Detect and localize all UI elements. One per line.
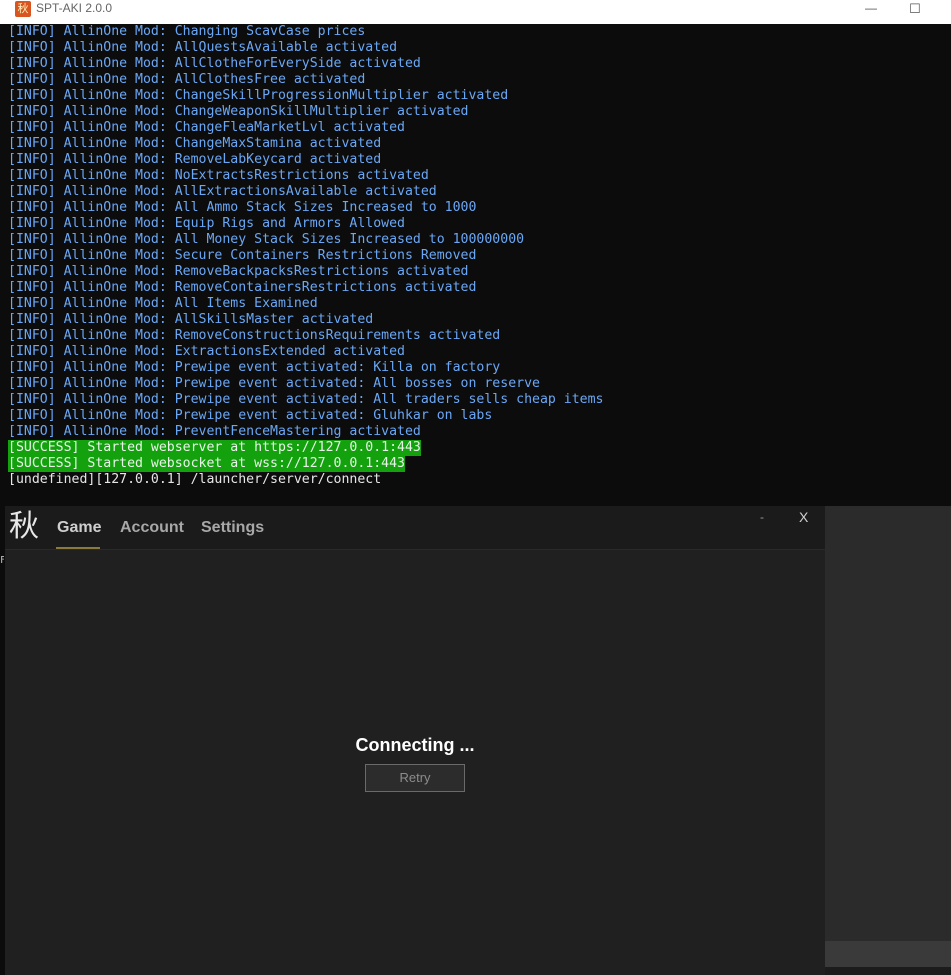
console-line-info: [INFO] AllinOne Mod: ExtractionsExtended… <box>8 344 405 359</box>
console-line-info: [INFO] AllinOne Mod: All Money Stack Siz… <box>8 232 525 247</box>
console-line-info: [INFO] AllinOne Mod: Changing ScavCase p… <box>8 24 366 39</box>
console-output[interactable]: [INFO] AllinOne Mod: Changing ScavCase p… <box>0 24 951 506</box>
tab-account[interactable]: Account <box>120 506 184 549</box>
console-line-info: [INFO] AllinOne Mod: AllExtractionsAvail… <box>8 184 437 199</box>
launcher-window: 秋 Game Account Settings - X Connecting .… <box>5 506 825 975</box>
console-line-info: [INFO] AllinOne Mod: RemoveContainersRes… <box>8 280 477 295</box>
console-line-info: [INFO] AllinOne Mod: All Items Examined <box>8 296 318 311</box>
maple-leaf-icon: 秋 <box>15 1 31 17</box>
retry-button[interactable]: Retry <box>365 764 465 792</box>
launcher-minimize-button[interactable]: - <box>760 510 764 524</box>
background-strip <box>825 941 951 967</box>
console-line-info: [INFO] AllinOne Mod: RemoveBackpacksRest… <box>8 264 469 279</box>
console-line-info: [INFO] AllinOne Mod: ChangeMaxStamina ac… <box>8 136 382 151</box>
console-line-info: [INFO] AllinOne Mod: Prewipe event activ… <box>8 360 501 375</box>
launcher-header: 秋 Game Account Settings - X <box>5 506 825 550</box>
console-line-info: [INFO] AllinOne Mod: RemoveLabKeycard ac… <box>8 152 382 167</box>
console-line-info: [INFO] AllinOne Mod: ChangeSkillProgress… <box>8 88 509 103</box>
console-log-lines: [INFO] AllinOne Mod: Changing ScavCase p… <box>8 24 603 488</box>
console-line-info: [INFO] AllinOne Mod: PreventFenceMasteri… <box>8 424 421 439</box>
console-line-success: [SUCCESS] Started websocket at wss://127… <box>8 456 405 472</box>
console-line-info: [INFO] AllinOne Mod: AllClothesFree acti… <box>8 72 366 87</box>
console-line-info: [INFO] AllinOne Mod: Prewipe event activ… <box>8 392 604 407</box>
console-line-plain: [undefined][127.0.0.1] /launcher/server/… <box>8 472 382 487</box>
console-line-info: [INFO] AllinOne Mod: ChangeFleaMarketLvl… <box>8 120 405 135</box>
console-line-info: [INFO] AllinOne Mod: RemoveConstructions… <box>8 328 501 343</box>
connection-status: Connecting ... <box>355 735 475 755</box>
console-line-info: [INFO] AllinOne Mod: AllSkillsMaster act… <box>8 312 374 327</box>
tab-game[interactable]: Game <box>56 506 101 549</box>
console-left-edge <box>0 506 5 975</box>
console-line-info: [INFO] AllinOne Mod: AllClotheForEverySi… <box>8 56 421 71</box>
console-minimize-button[interactable]: — <box>848 0 894 17</box>
console-line-info: [INFO] AllinOne Mod: All Ammo Stack Size… <box>8 200 477 215</box>
console-line-info: [INFO] AllinOne Mod: Equip Rigs and Armo… <box>8 216 405 231</box>
console-line-info: [INFO] AllinOne Mod: Prewipe event activ… <box>8 408 493 423</box>
console-maximize-button[interactable]: ☐ <box>892 0 938 17</box>
console-line-info: [INFO] AllinOne Mod: Prewipe event activ… <box>8 376 540 391</box>
console-window-title: SPT-AKI 2.0.0 <box>36 1 113 15</box>
launcher-logo: 秋 <box>9 509 39 544</box>
tab-settings[interactable]: Settings <box>201 506 264 549</box>
console-titlebar: 秋 SPT-AKI 2.0.0 — ☐ <box>0 0 951 24</box>
console-line-info: [INFO] AllinOne Mod: ChangeWeaponSkillMu… <box>8 104 469 119</box>
background-bottom <box>825 967 951 975</box>
console-line-info: [INFO] AllinOne Mod: Secure Containers R… <box>8 248 477 263</box>
console-line-success: [SUCCESS] Started webserver at https://1… <box>8 440 421 456</box>
background-pane <box>825 506 951 941</box>
console-edge-glyph: F <box>0 556 4 566</box>
launcher-close-button[interactable]: X <box>799 509 808 525</box>
console-line-info: [INFO] AllinOne Mod: AllQuestsAvailable … <box>8 40 398 55</box>
console-line-info: [INFO] AllinOne Mod: NoExtractsRestricti… <box>8 168 429 183</box>
